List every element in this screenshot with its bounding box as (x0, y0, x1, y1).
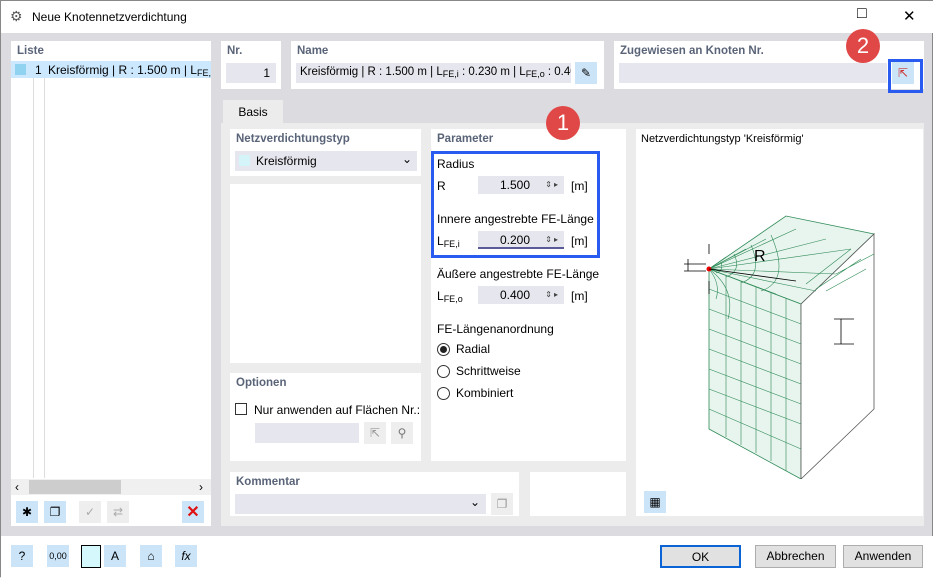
nr-panel: Nr. 1 (221, 41, 281, 89)
app-icon: ⚙ (10, 8, 23, 24)
list-item[interactable]: 1 Kreisförmig | R : 1.500 m | LFE,i : 0 (11, 61, 211, 78)
tree-line (44, 78, 45, 478)
nr-title: Nr. (227, 45, 243, 57)
name-field[interactable]: Kreisförmig | R : 1.500 m | LFE,i : 0.23… (296, 63, 571, 83)
parameter-title: Parameter (437, 133, 494, 145)
help-icon[interactable]: ? (11, 545, 33, 567)
name-panel: Name Kreisförmig | R : 1.500 m | LFE,i :… (291, 41, 604, 89)
list-item-nr: 1 (35, 63, 42, 77)
ok-button[interactable]: OK (660, 545, 741, 568)
chevron-down-icon[interactable]: ⌄ (470, 495, 480, 509)
tree-line (33, 78, 34, 478)
assigned-title: Zugewiesen an Knoten Nr. (620, 45, 764, 57)
tab-basis[interactable]: Basis (223, 100, 283, 124)
comment-title: Kommentar (236, 476, 300, 488)
badge-2: 2 (846, 29, 880, 63)
apply-button[interactable]: Anwenden (843, 545, 923, 568)
display-properties-icon[interactable]: A (104, 545, 126, 567)
pick-surface-button[interactable]: ⇱ (364, 422, 386, 444)
highlight-box-pick (888, 59, 923, 93)
outer-length-input[interactable]: 0.400 ⇕▸ (478, 286, 564, 304)
new-item-button[interactable]: ✱ (16, 501, 38, 523)
formula-icon[interactable]: fx (175, 545, 197, 567)
maximize-button[interactable]: □ (857, 5, 867, 23)
options-panel: Optionen Nur anwenden auf Flächen Nr.: ⇱… (230, 373, 421, 461)
scrollbar-thumb[interactable] (29, 480, 121, 494)
horizontal-scrollbar[interactable]: ‹ › (11, 479, 211, 495)
copy-item-button[interactable]: ❐ (44, 501, 66, 523)
radio-schrittweise[interactable]: Schrittweise (437, 364, 521, 378)
nr-field[interactable]: 1 (226, 63, 276, 83)
surfaces-input[interactable] (255, 423, 359, 443)
name-title: Name (297, 45, 329, 57)
binoculars-button[interactable]: ⚲ (391, 422, 413, 444)
chevron-down-icon: ⌄ (401, 152, 412, 166)
comment-extra-panel (530, 472, 626, 516)
comment-library-button[interactable]: ❐ (491, 493, 513, 515)
check-button[interactable]: ✓ (79, 501, 101, 523)
type-dropdown[interactable]: Kreisförmig ⌄ (235, 151, 417, 171)
assigned-nodes-input[interactable] (619, 63, 887, 83)
preview-title: Netzverdichtungstyp 'Kreisförmig' (641, 133, 804, 145)
bottom-bar: ? 0,00 A ⌂ fx OK Abbrechen Anwenden (1, 536, 933, 578)
radio-kombiniert[interactable]: Kombiniert (437, 386, 513, 400)
color-button[interactable] (81, 545, 101, 568)
type-panel: Netzverdichtungstyp Kreisförmig ⌄ (230, 129, 421, 176)
title-bar: ⚙ Neue Knotennetzverdichtung □ ✕ (1, 1, 933, 33)
preview-options-button[interactable]: ▦ (644, 491, 666, 513)
close-button[interactable]: ✕ (903, 7, 916, 25)
outer-length-symbol: LFE,o (437, 289, 463, 304)
radio-radial[interactable]: Radial (437, 342, 490, 356)
edit-name-button[interactable]: ✎ (575, 62, 597, 84)
outer-length-unit: [m] (571, 289, 588, 303)
radius-diagram-label: R (754, 248, 766, 265)
type-title: Netzverdichtungstyp (236, 133, 350, 145)
badge-1: 1 (546, 106, 580, 140)
cancel-button[interactable]: Abbrechen (755, 545, 836, 568)
list-title: Liste (17, 45, 44, 57)
comment-panel: Kommentar ⌄ ❐ (230, 472, 519, 516)
renumber-button[interactable]: ⇄ (107, 501, 129, 523)
units-icon[interactable]: 0,00 (47, 545, 69, 567)
highlight-box-parameters (431, 151, 600, 258)
window-title: Neue Knotennetzverdichtung (32, 10, 187, 24)
mesh-diagram: R (684, 215, 875, 479)
list-item-label: Kreisförmig | R : 1.500 m | LFE,i : 0 (48, 63, 211, 78)
comment-input[interactable] (235, 494, 486, 514)
arrangement-label: FE-Längenanordnung (437, 322, 554, 336)
surfaces-only-label: Nur anwenden auf Flächen Nr.: (254, 403, 421, 417)
surfaces-only-checkbox[interactable] (235, 403, 247, 415)
type-description-panel (230, 184, 421, 363)
list-panel: Liste 1 Kreisförmig | R : 1.500 m | LFE,… (11, 41, 211, 526)
view-icon[interactable]: ⌂ (140, 545, 162, 567)
outer-length-label: Äußere angestrebte FE-Länge (437, 267, 600, 281)
color-swatch (15, 64, 26, 75)
delete-button[interactable]: ✕ (182, 501, 204, 523)
preview-panel: Netzverdichtungstyp 'Kreisförmig' R ▦ (636, 129, 923, 516)
options-title: Optionen (236, 377, 287, 389)
